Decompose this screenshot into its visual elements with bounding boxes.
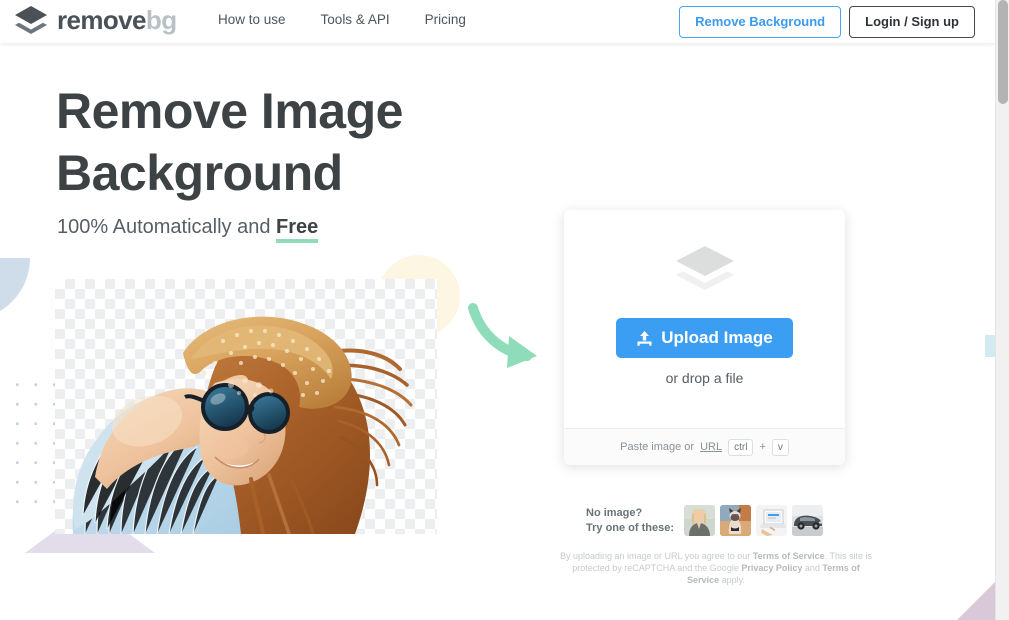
vertical-scrollbar-track[interactable] [995, 0, 1009, 620]
sample-thumbnail-cat[interactable] [720, 505, 751, 536]
sample-thumbnail-laptop[interactable] [756, 505, 787, 536]
sample-thumbnail-car[interactable] [792, 505, 823, 536]
sample-images-section: No image? Try one of these: [586, 505, 823, 536]
upload-card-body[interactable]: Upload Image or drop a file [564, 210, 845, 428]
sample-thumbnail-woman[interactable] [684, 505, 715, 536]
layers-stack-icon [674, 244, 736, 292]
upload-arrow-icon [636, 330, 653, 347]
paste-hint-text: Paste image or [620, 441, 694, 453]
legal-disclaimer: By uploading an image or URL you agree t… [556, 550, 876, 586]
layers-stack-icon [14, 5, 48, 35]
page-subtitle: 100% Automatically and Free [57, 216, 318, 239]
sample-images-label-line1: No image? [586, 506, 674, 521]
legal-part-3: and [802, 563, 822, 573]
key-ctrl: ctrl [728, 439, 753, 456]
legal-part-4: apply. [719, 575, 745, 585]
sample-images-label: No image? Try one of these: [586, 506, 674, 536]
page-root: removebg How to use Tools & API Pricing … [0, 0, 1009, 620]
logo[interactable]: removebg [14, 5, 176, 35]
header-actions: Remove Background Login / Sign up [679, 6, 975, 38]
login-signup-button[interactable]: Login / Sign up [849, 6, 975, 38]
sample-thumbnails [684, 505, 823, 536]
upload-card: Upload Image or drop a file Paste image … [564, 210, 845, 465]
hero-cutout-illustration [55, 279, 437, 534]
main-nav: How to use Tools & API Pricing [218, 12, 466, 27]
drop-file-text: or drop a file [666, 370, 744, 386]
decoration-purple-triangle-right [957, 582, 995, 620]
upload-image-button[interactable]: Upload Image [616, 318, 792, 358]
remove-background-button[interactable]: Remove Background [679, 6, 841, 38]
hero-cutout-image [55, 279, 437, 534]
logo-text-primary: remove [57, 5, 146, 35]
page-subtitle-highlight: Free [276, 216, 318, 243]
nav-item-pricing[interactable]: Pricing [425, 12, 466, 27]
legal-link-privacy[interactable]: Privacy Policy [741, 563, 802, 573]
page-title-line2: Background [56, 142, 516, 204]
upload-image-button-label: Upload Image [661, 328, 772, 348]
logo-text-secondary: bg [146, 5, 177, 35]
logo-text: removebg [57, 5, 176, 35]
legal-part-1: By uploading an image or URL you agree t… [560, 551, 753, 561]
key-plus-sign: + [759, 441, 765, 453]
vertical-scrollbar-thumb[interactable] [998, 0, 1008, 104]
page-title: Remove Image Background [56, 80, 516, 204]
sample-images-label-line2: Try one of these: [586, 521, 674, 536]
nav-item-tools-api[interactable]: Tools & API [321, 12, 390, 27]
paste-hint-bar: Paste image or URL ctrl + v [564, 428, 845, 465]
decoration-blue-quarter-circle [0, 258, 30, 320]
paste-url-link[interactable]: URL [700, 441, 722, 453]
page-subtitle-prefix: 100% Automatically and [57, 216, 276, 238]
green-arrow-icon [465, 300, 543, 377]
site-header: removebg How to use Tools & API Pricing … [0, 0, 995, 43]
key-v: v [772, 439, 789, 456]
nav-item-how-to-use[interactable]: How to use [218, 12, 286, 27]
legal-link-terms-1[interactable]: Terms of Service [753, 551, 825, 561]
page-title-line1: Remove Image [56, 80, 516, 142]
